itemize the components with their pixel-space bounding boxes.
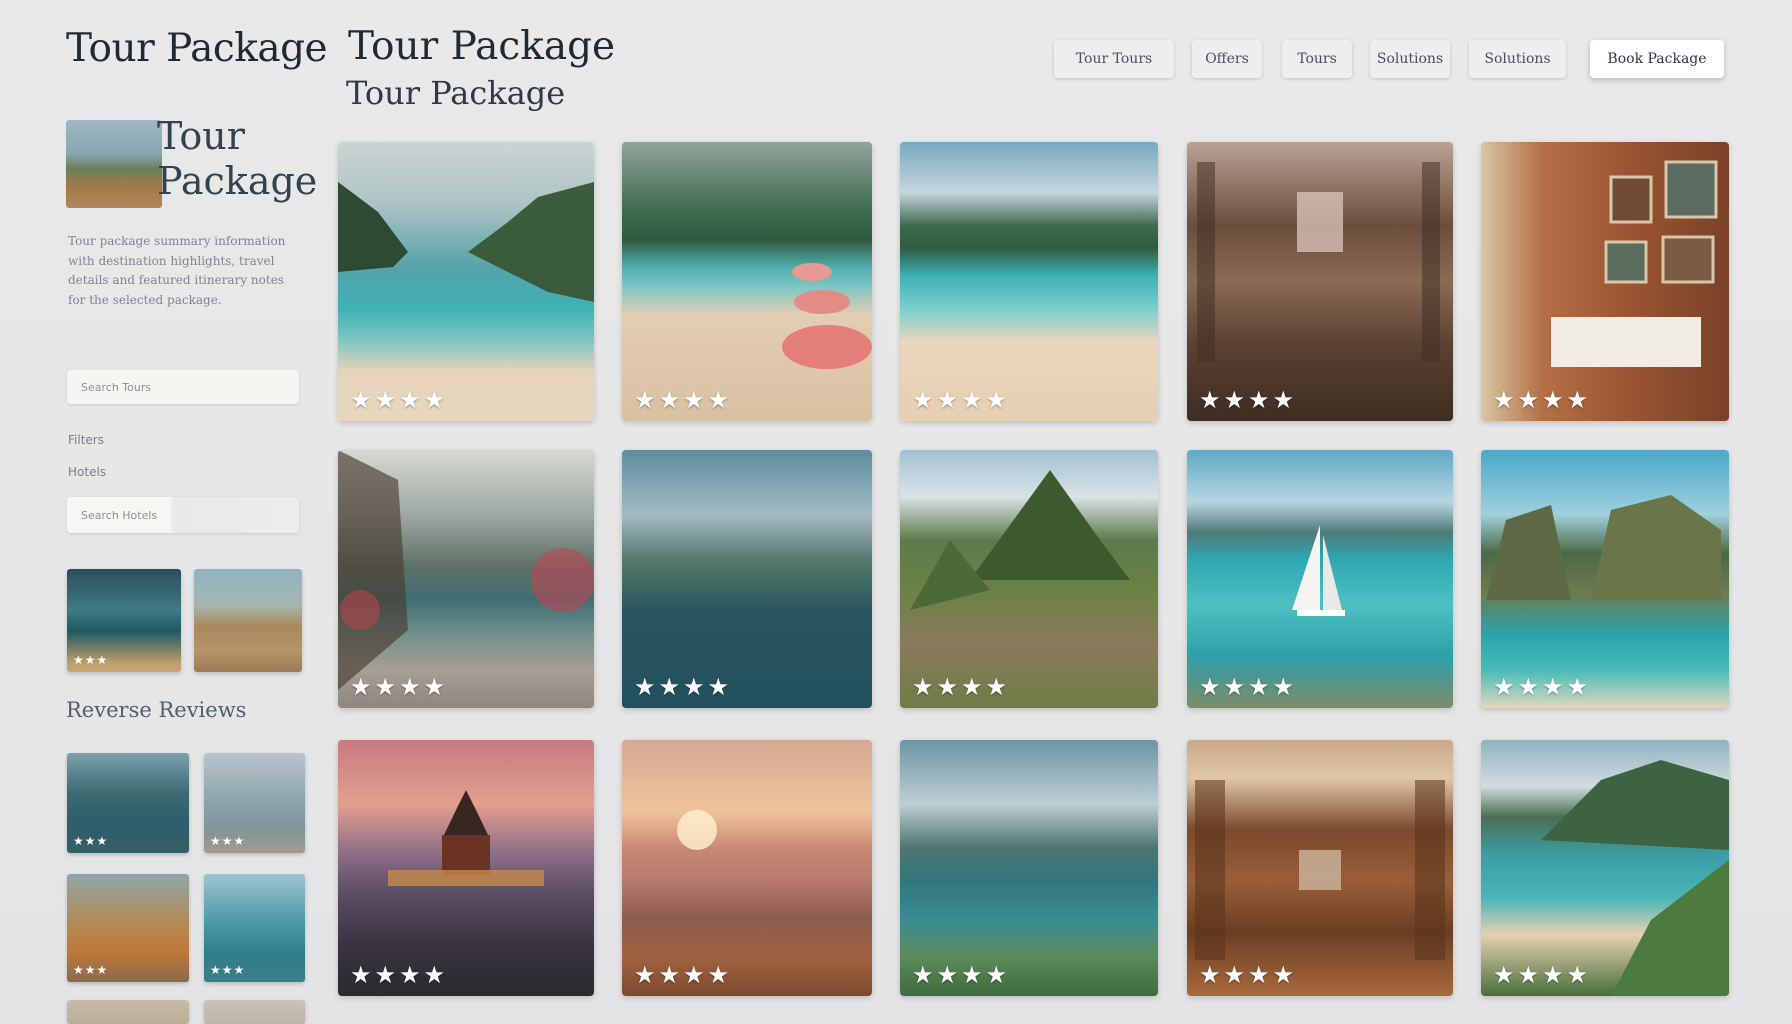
tour-card-temple-sunset[interactable]: ★★★★ bbox=[338, 740, 594, 996]
tour-card-lagoon[interactable]: ★★★★ bbox=[338, 142, 594, 421]
tour-card-grand-restaurant[interactable]: ★★★★ bbox=[1187, 142, 1453, 421]
nav-solutions-2[interactable]: Solutions bbox=[1469, 40, 1566, 78]
fjord-path-scene bbox=[338, 450, 594, 690]
rating-stars: ★★★★ bbox=[912, 673, 1011, 701]
page-subtitle: Tour Package bbox=[346, 74, 566, 112]
dining-room-scene bbox=[1551, 160, 1718, 367]
rating-stars: ★★★★ bbox=[912, 961, 1011, 989]
nav-solutions[interactable]: Solutions bbox=[1370, 40, 1450, 78]
review-thumbnail[interactable]: ★★★ bbox=[204, 753, 305, 853]
tour-card-fjord-path[interactable]: ★★★★ bbox=[338, 450, 594, 708]
featured-package-card[interactable]: Tour Package bbox=[66, 114, 317, 214]
review-thumbnail[interactable]: ★★★ bbox=[67, 753, 189, 853]
tour-card-sunset-bay[interactable]: ★★★★ bbox=[622, 740, 872, 996]
rating-stars: ★★★★ bbox=[634, 961, 733, 989]
rating-stars: ★★★★ bbox=[634, 386, 733, 414]
book-package-button[interactable]: Book Package bbox=[1590, 40, 1724, 78]
rating-stars: ★★★★ bbox=[1199, 386, 1298, 414]
restaurant-scene bbox=[1197, 162, 1440, 362]
featured-package-title: Tour Package bbox=[157, 114, 318, 203]
tour-card-karst-island[interactable]: ★★★★ bbox=[1481, 450, 1729, 708]
mini-rating-stars: ★★★ bbox=[73, 653, 109, 667]
package-description: Tour package summary information with de… bbox=[68, 234, 286, 307]
cliff-beach-scene bbox=[1541, 760, 1729, 996]
nav-tour-tours[interactable]: Tour Tours bbox=[1054, 40, 1174, 78]
hotels-label: Hotels bbox=[68, 465, 107, 479]
nav-tours[interactable]: Tours bbox=[1282, 40, 1352, 78]
tour-card-karst-coast[interactable]: ★★★★ bbox=[900, 740, 1158, 996]
rating-stars: ★★★★ bbox=[350, 386, 449, 414]
reviews-heading: Reverse Reviews bbox=[66, 698, 247, 722]
tour-card-cliff-beach[interactable]: ★★★★ bbox=[1481, 740, 1729, 996]
sailboat-scene bbox=[1292, 525, 1345, 616]
search-tours-placeholder: Search Tours bbox=[81, 380, 152, 394]
mini-rating-stars: ★★★ bbox=[210, 963, 246, 977]
lagoon-scene bbox=[338, 182, 594, 302]
page-title: Tour Package bbox=[348, 24, 616, 69]
tour-card-mountain-ruins[interactable]: ★★★★ bbox=[900, 450, 1158, 708]
mini-rating-stars: ★★★ bbox=[210, 834, 246, 848]
sidebar-thumbnail-village[interactable] bbox=[194, 569, 302, 672]
nav-offers[interactable]: Offers bbox=[1192, 40, 1262, 78]
tour-card-river-valley[interactable]: ★★★★ bbox=[622, 450, 872, 708]
sunset-bay-scene bbox=[677, 810, 717, 850]
mini-rating-stars: ★★★ bbox=[73, 834, 109, 848]
rating-stars: ★★★★ bbox=[912, 386, 1011, 414]
filter-label: Filters bbox=[68, 433, 104, 447]
mini-rating-stars: ★★★ bbox=[73, 963, 109, 977]
tour-card-palace-hall[interactable]: ★★★★ bbox=[1187, 740, 1453, 996]
search-hotels-input[interactable]: Search Hotels bbox=[67, 497, 299, 533]
palace-hall-scene bbox=[1195, 780, 1445, 960]
karst-island-scene bbox=[1486, 495, 1721, 600]
tour-card-beach-umbrellas[interactable]: ★★★★ bbox=[622, 142, 872, 421]
temple-scene bbox=[388, 790, 544, 886]
rating-stars: ★★★★ bbox=[350, 673, 449, 701]
rating-stars: ★★★★ bbox=[634, 673, 733, 701]
sidebar-thumbnail-lake[interactable]: ★★★ bbox=[67, 569, 181, 672]
rating-stars: ★★★★ bbox=[350, 961, 449, 989]
review-thumbnail[interactable] bbox=[67, 1000, 189, 1024]
search-tours-input[interactable]: Search Tours bbox=[67, 370, 299, 404]
rating-stars: ★★★★ bbox=[1493, 386, 1592, 414]
rating-stars: ★★★★ bbox=[1199, 961, 1298, 989]
beach-umbrellas-scene bbox=[782, 263, 872, 369]
rating-stars: ★★★★ bbox=[1493, 961, 1592, 989]
search-hotels-placeholder: Search Hotels bbox=[81, 508, 158, 522]
rating-stars: ★★★★ bbox=[1493, 673, 1592, 701]
tour-card-coast-resort[interactable]: ★★★★ bbox=[900, 142, 1158, 421]
tour-card-dining-room[interactable]: ★★★★ bbox=[1481, 142, 1729, 421]
mountain-ruins-scene bbox=[910, 470, 1130, 610]
review-thumbnail[interactable]: ★★★ bbox=[204, 874, 305, 982]
review-thumbnail[interactable] bbox=[204, 1000, 305, 1024]
tour-card-sailboat-lagoon[interactable]: ★★★★ bbox=[1187, 450, 1453, 708]
review-thumbnail[interactable]: ★★★ bbox=[67, 874, 189, 982]
brand-title: Tour Package bbox=[66, 26, 328, 71]
rating-stars: ★★★★ bbox=[1199, 673, 1298, 701]
featured-package-thumbnail bbox=[66, 120, 162, 208]
